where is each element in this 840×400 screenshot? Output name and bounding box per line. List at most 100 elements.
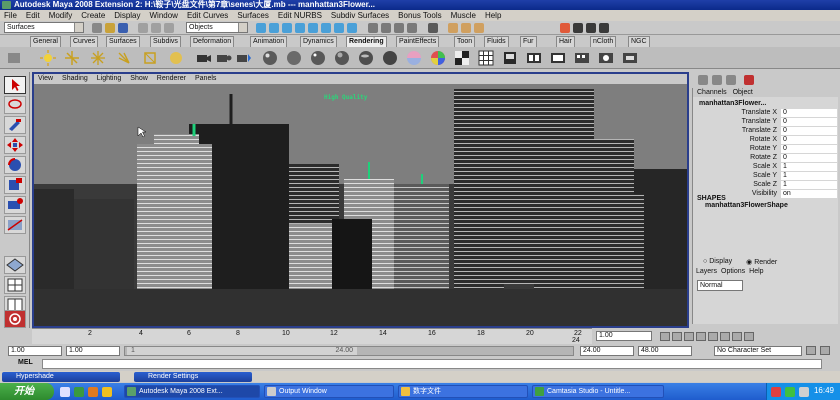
menu-edit-nurbs[interactable]: Edit NURBS: [278, 10, 322, 21]
input-output-icon[interactable]: [428, 23, 438, 33]
select-deformations-icon[interactable]: [308, 23, 318, 33]
blinn-shader-icon[interactable]: [262, 50, 278, 66]
file-texture-icon[interactable]: [502, 50, 518, 66]
viewport-menu-shading[interactable]: Shading: [62, 74, 88, 84]
show-tool-settings-icon[interactable]: [712, 75, 722, 85]
attr-value-field[interactable]: on: [781, 190, 837, 198]
area-light-icon[interactable]: [142, 50, 158, 66]
paint-tool-icon[interactable]: [744, 75, 754, 85]
attr-value-field[interactable]: 0: [781, 118, 837, 126]
render-region-icon[interactable]: [622, 50, 638, 66]
snap-point-icon[interactable]: [394, 23, 404, 33]
menu-surfaces[interactable]: Surfaces: [237, 10, 269, 21]
move-tool[interactable]: [4, 136, 26, 154]
select-hierarchy-icon[interactable]: [138, 23, 148, 33]
select-tool[interactable]: [4, 76, 26, 94]
render-layer-radio[interactable]: ◉ Render: [746, 258, 777, 266]
anisotropic-shader-icon[interactable]: [358, 50, 374, 66]
volume-light-icon[interactable]: [168, 50, 184, 66]
auto-key-icon[interactable]: [806, 346, 816, 355]
attr-scale-y[interactable]: Scale Y 1: [693, 172, 839, 180]
timeline-ruler[interactable]: 2 4 6 8 10 12 14 16 18 20 22 24: [32, 328, 592, 344]
options-menu[interactable]: Options: [721, 268, 745, 275]
layout-four-pane[interactable]: [4, 276, 26, 294]
new-scene-icon[interactable]: [92, 23, 102, 33]
tab-ncloth[interactable]: nCloth: [590, 36, 617, 47]
tab-deformation[interactable]: Deformation: [190, 36, 235, 47]
task-output-window[interactable]: Output Window: [264, 385, 394, 398]
step-back-key-icon[interactable]: [684, 332, 694, 341]
tab-animation[interactable]: Animation: [250, 36, 288, 47]
range-bar[interactable]: 1 24.00: [124, 346, 574, 356]
show-attribute-editor-icon[interactable]: [698, 75, 708, 85]
menu-window[interactable]: Window: [150, 10, 178, 21]
tray-icon[interactable]: [785, 387, 795, 397]
select-misc-icon[interactable]: [347, 23, 357, 33]
viewport-menu-renderer[interactable]: Renderer: [157, 74, 186, 84]
select-object-icon[interactable]: [151, 23, 161, 33]
grid-texture-icon[interactable]: [478, 50, 494, 66]
go-to-start-icon[interactable]: [660, 332, 670, 341]
attr-scale-x[interactable]: Scale X 1: [693, 163, 839, 171]
render-layout-button[interactable]: [4, 310, 26, 328]
rotate-tool[interactable]: [4, 156, 26, 174]
snap-grid-icon[interactable]: [368, 23, 378, 33]
show-desktop-icon[interactable]: [60, 387, 70, 397]
speaker-icon[interactable]: [799, 387, 809, 397]
ramp-shader-icon[interactable]: [406, 50, 422, 66]
tab-rendering[interactable]: Rendering: [346, 36, 387, 47]
show-channel-box-icon[interactable]: [726, 75, 736, 85]
render-current-frame-icon[interactable]: [448, 23, 458, 33]
attr-translate-y[interactable]: Translate Y 0: [693, 118, 839, 126]
attr-value-field[interactable]: 0: [781, 145, 837, 153]
layers-menu[interactable]: Layers: [696, 268, 717, 275]
minimized-render-settings[interactable]: Render Settings: [134, 372, 252, 382]
ambient-light-icon[interactable]: [40, 50, 56, 66]
tab-surfaces[interactable]: Surfaces: [106, 36, 140, 47]
tab-dynamics[interactable]: Dynamics: [300, 36, 337, 47]
viewport-menu-lighting[interactable]: Lighting: [97, 74, 122, 84]
render-globals-icon[interactable]: [598, 50, 614, 66]
task-folder[interactable]: 数字文件: [398, 385, 528, 398]
show-attribute-editor-icon[interactable]: [573, 23, 583, 33]
select-surfaces-icon[interactable]: [295, 23, 305, 33]
attr-translate-x[interactable]: Translate X 0: [693, 109, 839, 117]
tab-subdivs[interactable]: Subdivs: [150, 36, 181, 47]
menu-subdiv-surfaces[interactable]: Subdiv Surfaces: [331, 10, 389, 21]
attr-rotate-x[interactable]: Rotate X 0: [693, 136, 839, 144]
lambert-shader-icon[interactable]: [286, 50, 302, 66]
perspective-viewport[interactable]: View Shading Lighting Show Renderer Pane…: [32, 72, 689, 328]
select-dynamics-icon[interactable]: [321, 23, 331, 33]
menu-muscle[interactable]: Muscle: [451, 10, 476, 21]
step-forward-icon[interactable]: [732, 332, 742, 341]
menu-edit-curves[interactable]: Edit Curves: [187, 10, 228, 21]
tab-ngc[interactable]: NGC: [628, 36, 650, 47]
menu-help[interactable]: Help: [485, 10, 501, 21]
menu-create[interactable]: Create: [81, 10, 105, 21]
tab-toon[interactable]: Toon: [454, 36, 476, 47]
shelf-options-icon[interactable]: [6, 50, 22, 66]
shape-node-name[interactable]: manhattan3FlowerShape: [697, 202, 788, 209]
quick-launch-icon[interactable]: [88, 387, 98, 397]
attr-value-field[interactable]: 0: [781, 109, 837, 117]
step-back-icon[interactable]: [672, 332, 682, 341]
render-view-icon[interactable]: [526, 50, 542, 66]
manipulator-tool[interactable]: [4, 196, 26, 214]
attr-value-field[interactable]: 1: [781, 172, 837, 180]
spot-light-icon[interactable]: [116, 50, 132, 66]
viewport-menu-view[interactable]: View: [38, 74, 53, 84]
animation-prefs-icon[interactable]: [820, 346, 830, 355]
menu-file[interactable]: File: [4, 10, 17, 21]
start-button[interactable]: 开始: [0, 383, 54, 400]
viewport-menu-show[interactable]: Show: [130, 74, 148, 84]
tab-painteffects[interactable]: PaintEffects: [396, 36, 440, 47]
snap-plane-icon[interactable]: [407, 23, 417, 33]
character-set-dropdown[interactable]: No Character Set: [714, 346, 802, 356]
blend-mode-dropdown[interactable]: Normal: [697, 280, 743, 291]
attr-translate-z[interactable]: Translate Z 0: [693, 127, 839, 135]
render-settings-icon[interactable]: [474, 23, 484, 33]
magnet-icon[interactable]: [560, 23, 570, 33]
camera-aim-up-icon[interactable]: [236, 50, 252, 66]
playback-start-field[interactable]: 1.00: [66, 346, 120, 356]
save-scene-icon[interactable]: [118, 23, 128, 33]
